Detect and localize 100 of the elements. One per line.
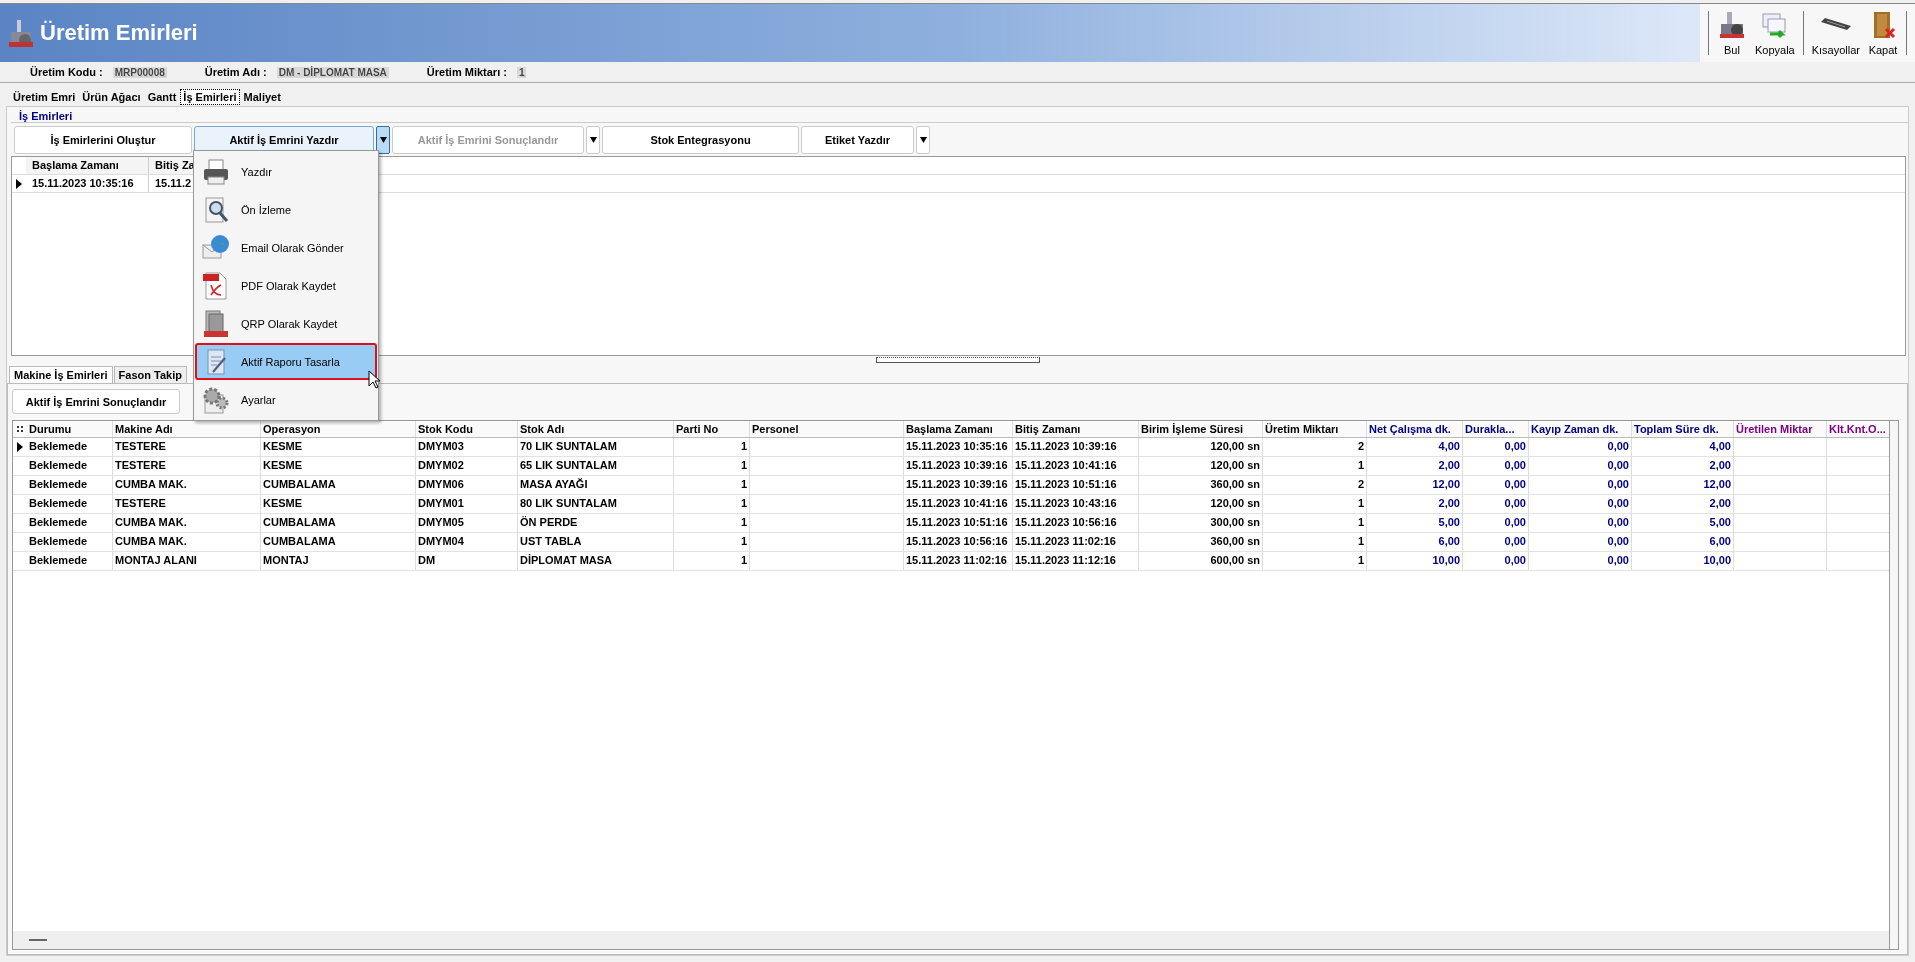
action-button[interactable]: Stok Entegrasyonu (602, 126, 799, 154)
table-cell: 120,00 sn (1210, 440, 1260, 452)
toolbar-button[interactable]: Bul (1712, 10, 1751, 56)
row-pointer-icon (17, 442, 23, 452)
caret-icon (379, 137, 387, 143)
table-cell: 15.11.2023 10:39:16 (906, 459, 1008, 471)
table-cell: 6,00 (1709, 535, 1731, 547)
table-cell: 15.11.2023 10:41:16 (906, 497, 1008, 509)
table-cell: Beklemede (29, 535, 88, 547)
table-cell: ÖN PERDE (520, 516, 578, 528)
table-cell: 4,00 (1709, 440, 1731, 452)
table-cell: 1 (740, 535, 747, 547)
action-button[interactable]: Aktif İş Emrini Sonuçlandır (12, 389, 180, 414)
column-header[interactable]: Net Çalışma dk. (1367, 421, 1463, 437)
table-cell: 1 (740, 516, 747, 528)
menu-item[interactable]: QRP Olarak Kaydet (195, 305, 377, 342)
table-cell: CUMBALAMA (263, 535, 336, 547)
column-header[interactable]: Kayıp Zaman dk. (1529, 421, 1632, 437)
table-cell: MONTAJ ALANI (115, 554, 197, 566)
column-header[interactable]: Birim İşleme Süresi (1139, 421, 1263, 437)
menu-item[interactable]: Email Olarak Gönder (195, 229, 377, 266)
table-cell: 0,00 (1607, 478, 1629, 490)
table-cell: 2 (1357, 478, 1364, 490)
splitter-handle[interactable] (875, 357, 1040, 363)
table-cell: 120,00 sn (1210, 459, 1260, 471)
table-cell: 80 LIK SUNTALAM (520, 497, 617, 509)
column-header[interactable]: Başlama Zamanı (904, 421, 1013, 437)
table-cell: 1 (740, 554, 747, 566)
table-cell: 1 (1357, 459, 1364, 471)
table-cell: 15.11.2023 10:56:16 (906, 535, 1008, 547)
caret-icon (589, 137, 597, 143)
column-header[interactable]: Stok Adı (518, 421, 674, 437)
table-cell: 15.11.2023 10:56:16 (1015, 516, 1117, 528)
column-header[interactable]: Parti No (674, 421, 750, 437)
table-cell: 1 (740, 440, 747, 452)
table-cell: DMYM01 (418, 497, 464, 509)
table-cell: 15.11.2023 10:43:16 (1015, 497, 1117, 509)
table-cell: KESME (263, 440, 303, 452)
table-cell: KESME (263, 459, 303, 471)
field-label: Üretim Miktarı : (426, 66, 507, 78)
table-cell: 300,00 sn (1210, 516, 1260, 528)
toolbar-button[interactable]: Kopyala (1750, 10, 1799, 56)
table-cell: 0,00 (1504, 478, 1526, 490)
column-header[interactable]: Başlama Zamanı (26, 157, 149, 174)
table-cell: 1 (1357, 535, 1364, 547)
table-cell: 65 LIK SUNTALAM (520, 459, 617, 471)
table-cell: Beklemede (29, 554, 88, 566)
table-cell: DMYM02 (418, 459, 464, 471)
table-cell: TESTERE (115, 459, 166, 471)
table-cell: 15.11.2023 11:12:16 (1015, 554, 1116, 566)
menu-item[interactable]: Ayarlar (195, 381, 377, 418)
column-header[interactable]: Toplam Süre dk. (1632, 421, 1734, 437)
table-cell: DMYM04 (418, 535, 464, 547)
table-cell: 15.11.2023 10:35:16 (906, 440, 1008, 452)
grip-icon (17, 425, 23, 433)
table-cell: 10,00 (1703, 554, 1731, 566)
field-label: Üretim Kodu : (30, 66, 103, 78)
toolbar-button[interactable]: Kapat (1864, 10, 1902, 56)
column-header[interactable]: Personel (750, 421, 904, 437)
table-cell: 12,00 (1432, 478, 1460, 490)
table-cell: CUMBA MAK. (115, 535, 187, 547)
column-header[interactable]: Durumu (27, 421, 113, 437)
field-value: 1 (516, 66, 527, 78)
tab[interactable]: Fason Takip (113, 366, 187, 383)
table-cell: 15.11.2023 10:39:16 (906, 478, 1008, 490)
table-cell: 0,00 (1504, 516, 1526, 528)
table-cell: 6,00 (1438, 535, 1460, 547)
column-header[interactable]: Stok Kodu (416, 421, 518, 437)
action-button[interactable]: İş Emirlerini Oluştur (14, 126, 192, 154)
table-cell: 2,00 (1709, 497, 1731, 509)
table-cell: 4,00 (1438, 440, 1460, 452)
table-cell: 0,00 (1504, 497, 1526, 509)
collapse-icon[interactable] (29, 938, 47, 942)
table-cell: DİPLOMAT MASA (520, 554, 613, 566)
table-cell: Beklemede (29, 459, 88, 471)
table-cell: DMYM03 (418, 440, 464, 452)
table-cell: 2,00 (1438, 497, 1460, 509)
toolbar-button[interactable]: Kısayollar (1807, 10, 1864, 56)
table-cell: 10,00 (1432, 554, 1460, 566)
menu-item[interactable]: PDF Olarak Kaydet (195, 267, 377, 304)
tab[interactable]: Makine İş Emirleri (9, 366, 113, 383)
table-cell: 0,00 (1504, 535, 1526, 547)
column-header[interactable]: Bitiş Zamanı (1013, 421, 1139, 437)
table-cell: 15.11.2023 11:02:16 (906, 554, 1007, 566)
table-cell: 2,00 (1709, 459, 1731, 471)
column-header[interactable]: Durakla... (1463, 421, 1529, 437)
menu-item[interactable]: Ön İzleme (195, 191, 377, 228)
table-cell: KESME (263, 497, 303, 509)
scrollbar[interactable] (1889, 421, 1898, 949)
column-header[interactable]: Üretim Miktarı (1263, 421, 1367, 437)
column-header[interactable]: Üretilen Miktar (1734, 421, 1827, 437)
dropdown-button[interactable] (376, 126, 390, 154)
action-button[interactable]: Etiket Yazdır (801, 126, 914, 154)
table-cell: 1 (1357, 554, 1364, 566)
menu-item[interactable]: Aktif Raporu Tasarla (195, 343, 377, 380)
report-file-icon (201, 308, 231, 339)
caret-icon (919, 137, 927, 143)
table-cell: 0,00 (1504, 440, 1526, 452)
field-label: Üretim Adı : (204, 66, 267, 78)
tab[interactable]: İş Emirleri (180, 89, 240, 105)
